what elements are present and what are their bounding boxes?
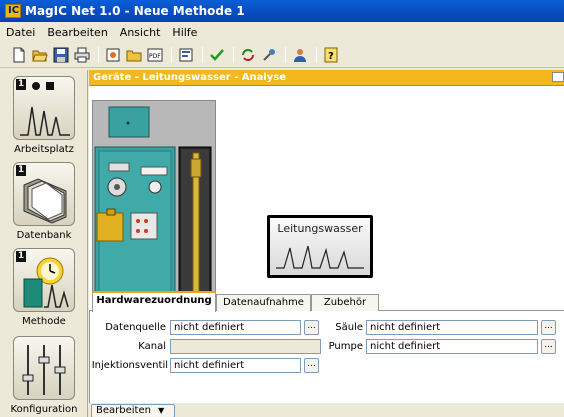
panel-title: Geräte - Leitungswasser - Analyse (93, 72, 287, 83)
new-icon[interactable] (10, 46, 28, 64)
toolbar-separator (233, 46, 234, 63)
window-title: MagIC Net 1.0 - Neue Methode 1 (25, 4, 245, 18)
pumpe-label: Pumpe (328, 341, 363, 352)
toolbar-separator (285, 46, 286, 63)
panel-maximize-icon[interactable] (552, 72, 564, 82)
tools-icon[interactable] (260, 46, 278, 64)
pumpe-browse-button[interactable]: ... (541, 339, 556, 354)
toolbar-separator (316, 46, 317, 63)
save-icon[interactable] (52, 46, 70, 64)
toolbar: PDF ? (0, 42, 564, 68)
report-icon[interactable] (104, 46, 122, 64)
print-icon[interactable] (73, 46, 91, 64)
hardware-panel: Datenquelle nicht definiert ... Kanal In… (89, 311, 564, 403)
datenquelle-field[interactable]: nicht definiert (170, 320, 301, 335)
datenquelle-browse-button[interactable]: ... (304, 320, 319, 335)
refresh-icon[interactable] (239, 46, 257, 64)
nav-konfiguration[interactable]: Konfiguration (6, 336, 82, 415)
app-logo-icon: IC (5, 4, 21, 18)
injektionsventil-label: Injektionsventil (91, 360, 168, 371)
tab-zubehoer[interactable]: Zubehör (311, 294, 379, 312)
nav-methode[interactable]: 1 Methode (6, 248, 82, 327)
bearbeiten-label: Bearbeiten (96, 405, 151, 416)
pumpe-field[interactable]: nicht definiert (366, 339, 538, 354)
svg-text:?: ? (328, 51, 334, 62)
check-icon[interactable] (208, 46, 226, 64)
user-icon[interactable] (291, 46, 309, 64)
nav-arbeitsplatz[interactable]: 1 Arbeitsplatz (6, 76, 82, 155)
nav-datenbank[interactable]: 1 Datenbank (6, 162, 82, 241)
menu-datei[interactable]: Datei (6, 26, 35, 39)
toolbar-separator (202, 46, 203, 63)
method-clock-icon: 1 (13, 248, 75, 312)
configuration-sliders-icon (13, 336, 75, 400)
injektionsventil-field[interactable]: nicht definiert (170, 358, 301, 373)
bottom-bar: Bearbeiten ▼ (89, 403, 564, 417)
menu-hilfe[interactable]: Hilfe (172, 26, 197, 39)
injektionsventil-browse-button[interactable]: ... (304, 358, 319, 373)
saeule-browse-button[interactable]: ... (541, 320, 556, 335)
instrument-image[interactable] (92, 100, 216, 314)
workplace-icon: 1 (13, 76, 75, 140)
database-folder-icon: 1 (13, 162, 75, 226)
menu-bearbeiten[interactable]: Bearbeiten (47, 26, 107, 39)
kanal-field[interactable] (170, 339, 321, 354)
chevron-down-icon: ▼ (158, 406, 165, 415)
toolbar-separator (98, 46, 99, 63)
help-icon[interactable]: ? (322, 46, 340, 64)
sample-leitungswasser[interactable]: Leitungswasser (267, 215, 373, 278)
left-nav: 1 Arbeitsplatz 1 Datenbank 1 Methode Kon… (0, 70, 88, 417)
tab-bar: Hardwarezuordnung Datenaufnahme Zubehör (89, 291, 564, 312)
bearbeiten-dropdown-button[interactable]: Bearbeiten ▼ (91, 404, 175, 417)
open-icon[interactable] (31, 46, 49, 64)
pdf-icon[interactable]: PDF (146, 46, 164, 64)
menu-ansicht[interactable]: Ansicht (120, 26, 161, 39)
tab-hardwarezuordnung[interactable]: Hardwarezuordnung (92, 291, 216, 312)
datenquelle-label: Datenquelle (105, 322, 166, 333)
main-panel: Geräte - Leitungswasser - Analyse Leitun… (89, 70, 564, 417)
instrument-illustration (94, 106, 212, 312)
saeule-field[interactable]: nicht definiert (366, 320, 538, 335)
chromatogram-icon (276, 245, 364, 269)
kanal-label: Kanal (138, 341, 166, 352)
toolbar-separator (171, 46, 172, 63)
svg-text:PDF: PDF (149, 53, 161, 60)
menu-bar: Datei Bearbeiten Ansicht Hilfe (0, 22, 564, 42)
folder-icon[interactable] (125, 46, 143, 64)
properties-icon[interactable] (177, 46, 195, 64)
saeule-label: Säule (335, 322, 363, 333)
tab-datenaufnahme[interactable]: Datenaufnahme (216, 294, 311, 312)
title-bar: IC MagIC Net 1.0 - Neue Methode 1 (0, 0, 564, 22)
panel-header: Geräte - Leitungswasser - Analyse (89, 70, 564, 86)
